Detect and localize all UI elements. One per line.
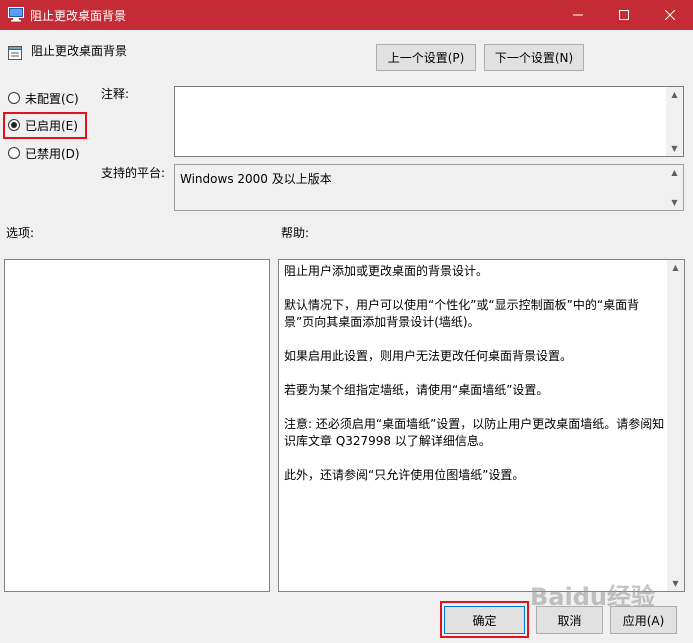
help-paragraph: 此外，还请参阅“只允许使用位图墙纸”设置。 [284, 468, 525, 482]
help-paragraph: 注意: 还必须启用“桌面墙纸”设置，以防止用户更改桌面墙纸。请参阅知识库文章 Q… [284, 417, 665, 448]
previous-setting-button[interactable]: 上一个设置(P) [376, 44, 476, 71]
maximize-button[interactable] [601, 0, 647, 30]
policy-title: 阻止更改桌面背景 [31, 44, 128, 58]
help-panel: 阻止用户添加或更改桌面的背景设计。 默认情况下，用户可以使用“个性化”或“显示控… [278, 259, 685, 592]
help-text: 阻止用户添加或更改桌面的背景设计。 默认情况下，用户可以使用“个性化”或“显示控… [284, 263, 666, 501]
window-title: 阻止更改桌面背景 [30, 9, 127, 23]
comment-label: 注释: [101, 87, 130, 101]
help-scrollbar[interactable]: ▲ ▼ [667, 260, 684, 591]
maximize-icon [619, 10, 629, 20]
radio-button-icon [8, 92, 20, 104]
next-setting-button[interactable]: 下一个设置(N) [484, 44, 584, 71]
help-paragraph: 默认情况下，用户可以使用“个性化”或“显示控制面板”中的“桌面背景”页向其桌面添… [284, 298, 640, 329]
scroll-down-icon[interactable]: ▼ [670, 144, 679, 153]
close-button[interactable] [647, 0, 693, 30]
supported-platforms-value: Windows 2000 及以上版本 [180, 172, 332, 186]
minimize-button[interactable] [555, 0, 601, 30]
radio-not-configured[interactable]: 未配置(C) [8, 88, 79, 108]
ok-highlight-box [440, 601, 529, 638]
title-bar[interactable]: 阻止更改桌面背景 [0, 0, 693, 30]
radio-not-configured-label: 未配置(C) [25, 91, 79, 106]
supported-platforms-field: Windows 2000 及以上版本 ▲ ▼ [174, 164, 684, 211]
options-label: 选项: [6, 226, 35, 240]
scroll-up-icon[interactable]: ▲ [671, 263, 680, 272]
radio-disabled-label: 已禁用(D) [25, 146, 80, 161]
supported-platforms-label: 支持的平台: [101, 166, 166, 180]
cancel-button[interactable]: 取消 [536, 606, 603, 634]
close-icon [665, 10, 675, 20]
enabled-highlight-box [3, 112, 87, 139]
help-label: 帮助: [281, 226, 310, 240]
comment-field[interactable]: ▲ ▼ [174, 86, 684, 157]
scroll-up-icon[interactable]: ▲ [670, 168, 679, 177]
comment-scrollbar[interactable]: ▲ ▼ [666, 87, 683, 156]
policy-editor-icon [8, 7, 24, 22]
apply-button[interactable]: 应用(A) [610, 606, 677, 634]
help-paragraph: 若要为某个组指定墙纸，请使用“桌面墙纸”设置。 [284, 383, 549, 397]
scroll-down-icon[interactable]: ▼ [670, 198, 679, 207]
platforms-scrollbar[interactable]: ▲ ▼ [666, 165, 683, 210]
scroll-up-icon[interactable]: ▲ [670, 90, 679, 99]
options-panel [4, 259, 270, 592]
radio-button-icon [8, 147, 20, 159]
help-paragraph: 如果启用此设置，则用户无法更改任何桌面背景设置。 [284, 349, 573, 363]
policy-setting-icon [7, 45, 23, 61]
minimize-icon [573, 14, 583, 16]
help-paragraph: 阻止用户添加或更改桌面的背景设计。 [284, 264, 489, 278]
radio-disabled[interactable]: 已禁用(D) [8, 143, 80, 163]
scroll-down-icon[interactable]: ▼ [671, 579, 680, 588]
